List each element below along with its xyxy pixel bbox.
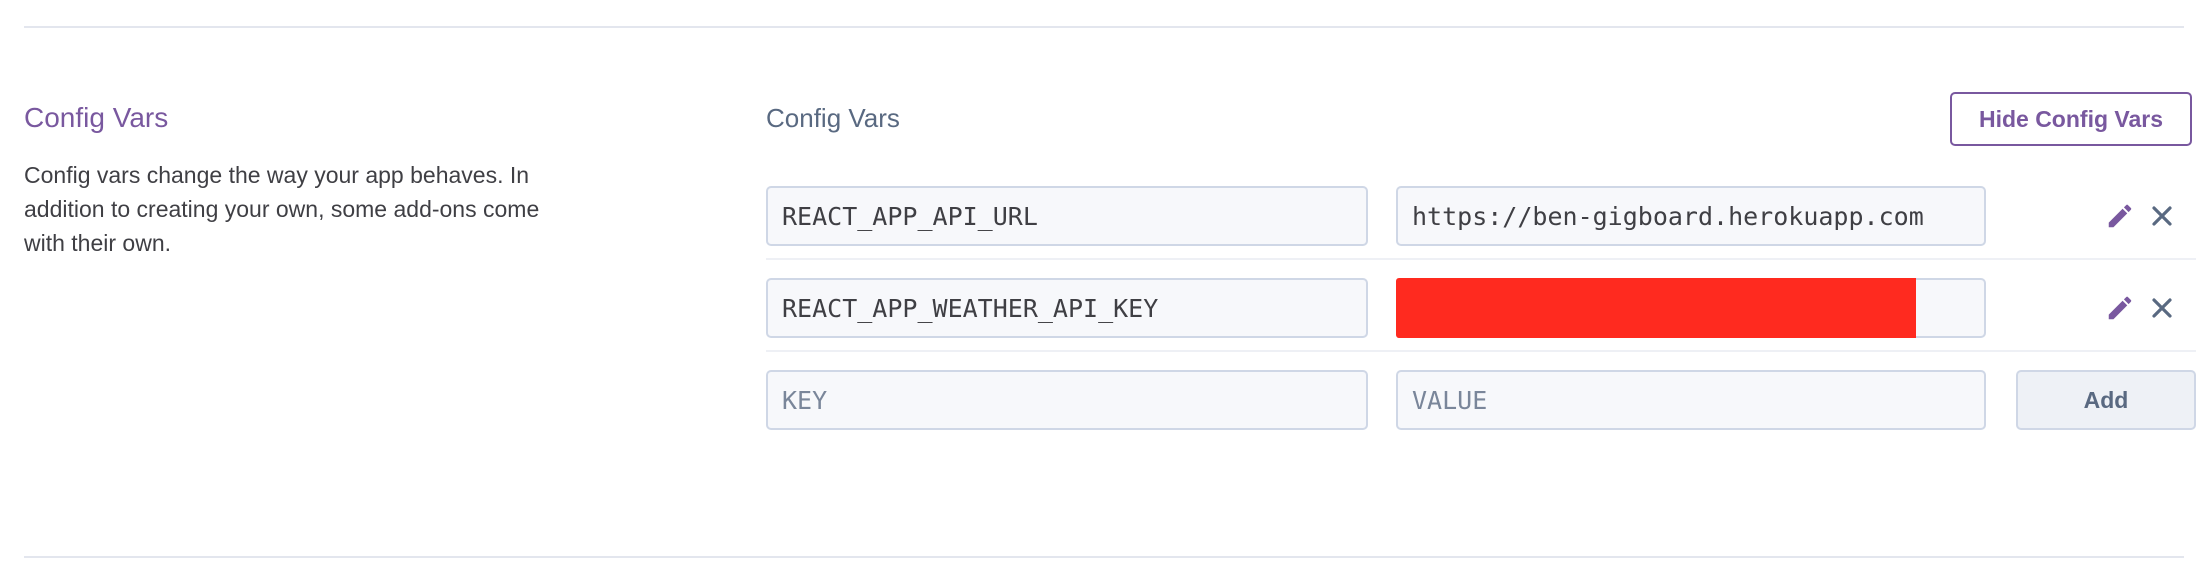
new-config-var-row: Add	[766, 352, 2196, 444]
delete-button[interactable]	[2144, 198, 2180, 234]
section-description: Config vars change the way your app beha…	[24, 162, 540, 256]
edit-button[interactable]	[2102, 290, 2138, 326]
config-var-value-field[interactable]	[1396, 186, 1986, 246]
section-title: Config Vars	[24, 102, 169, 133]
config-var-row	[766, 168, 2196, 260]
add-button[interactable]: Add	[2016, 370, 2196, 430]
new-value-input[interactable]	[1396, 370, 1986, 430]
close-icon	[2152, 206, 2172, 226]
new-key-input[interactable]	[766, 370, 1368, 430]
bottom-divider	[24, 556, 2184, 558]
config-vars-page: Config Vars Config vars change the way y…	[0, 0, 2208, 584]
edit-button[interactable]	[2102, 198, 2138, 234]
redacted-value-overlay	[1396, 278, 1916, 338]
panel-title: Config Vars	[766, 103, 900, 133]
config-var-key-field[interactable]	[766, 278, 1368, 338]
pencil-icon	[2108, 296, 2132, 320]
top-divider	[24, 26, 2184, 28]
config-var-row	[766, 260, 2196, 352]
close-icon	[2152, 298, 2172, 318]
delete-button[interactable]	[2144, 290, 2180, 326]
hide-config-vars-button[interactable]: Hide Config Vars	[1950, 92, 2192, 146]
config-var-key-field[interactable]	[766, 186, 1368, 246]
pencil-icon	[2108, 204, 2132, 228]
